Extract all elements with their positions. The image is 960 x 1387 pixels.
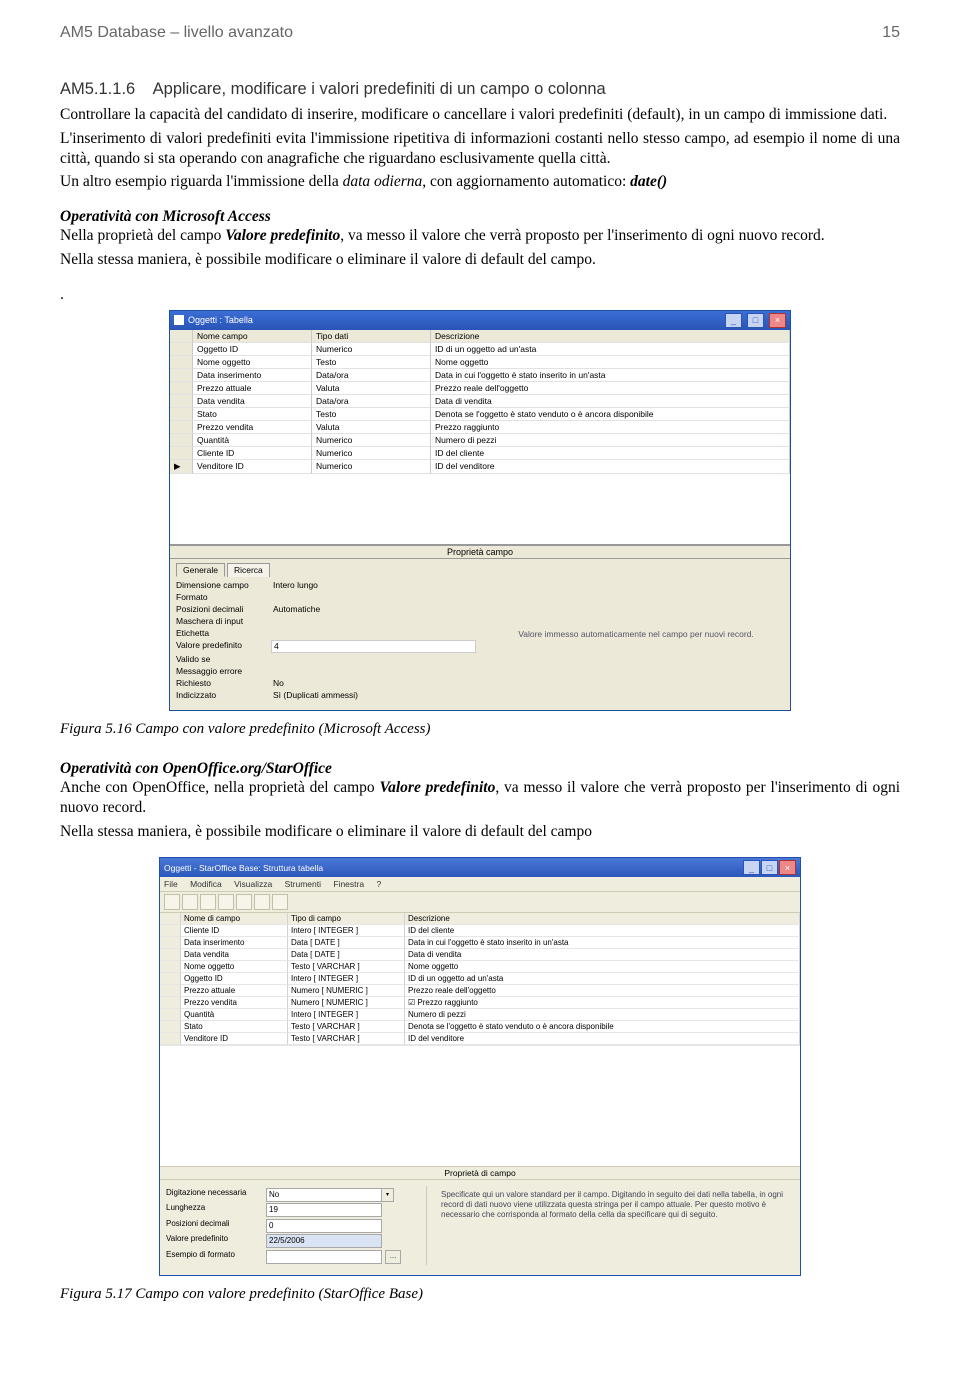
so-grid-row[interactable]: Oggetto IDIntero [ INTEGER ]ID di un ogg… [160,973,800,985]
access-grid-row[interactable]: Data venditaData/oraData di vendita [170,395,790,408]
access-grid-header: Nome campo Tipo dati Descrizione [170,330,790,343]
tool-paste-icon[interactable] [236,894,252,910]
menu-help[interactable]: ? [376,879,381,889]
ellipsis-button[interactable]: … [385,1250,401,1264]
menu-tools[interactable]: Strumenti [285,879,321,889]
field-maschera[interactable] [271,616,476,627]
tool-redo-icon[interactable] [272,894,288,910]
paragraph-2: L'inserimento di valori predefiniti evit… [60,129,900,169]
so-maximize-button[interactable]: □ [761,860,778,875]
so-menubar[interactable]: File Modifica Visualizza Strumenti Fines… [160,877,800,891]
access-window-title: Oggetti : Tabella [188,315,253,325]
access-window-icon [174,315,184,325]
op-access-line1: Nella proprietà del campo Valore predefi… [60,226,900,246]
access-field-grid[interactable]: Nome campo Tipo dati Descrizione Oggetto… [170,330,790,545]
tool-edit-icon[interactable] [182,894,198,910]
access-grid-row[interactable]: Cliente IDNumericoID del cliente [170,447,790,460]
field-indicizzato[interactable]: Sì (Duplicati ammessi) [271,690,476,701]
close-button[interactable]: × [769,313,786,328]
so-toolbar[interactable] [160,891,800,913]
access-help-text: Valore immesso automaticamente nel campo… [482,559,790,710]
so-grid-header: Nome di campo Tipo di campo Descrizione [160,913,800,925]
so-window-title: Oggetti - StarOffice Base: Struttura tab… [164,863,323,873]
document-title: AM5 Database – livello avanzato [60,24,293,42]
tab-lookup[interactable]: Ricerca [227,563,270,577]
access-grid-row[interactable]: Data inserimentoData/oraData in cui l'og… [170,369,790,382]
staroffice-design-window: Oggetti - StarOffice Base: Struttura tab… [159,857,801,1276]
so-grid-row[interactable]: Cliente IDIntero [ INTEGER ]ID del clien… [160,925,800,937]
minimize-button[interactable]: _ [725,313,742,328]
so-field-lunghezza[interactable]: 19 [266,1203,382,1217]
so-field-posizioni[interactable]: 0 [266,1219,382,1233]
access-grid-row[interactable]: Oggetto IDNumericoID di un oggetto ad un… [170,343,790,356]
page-number: 15 [882,24,900,42]
so-field-digitazione[interactable]: No [266,1188,382,1202]
so-field-esempio-formato[interactable] [266,1250,382,1264]
so-minimize-button[interactable]: _ [743,860,760,875]
menu-file[interactable]: File [164,879,178,889]
field-posizioni-decimali[interactable]: Automatiche [271,604,476,615]
so-properties-pane[interactable]: Digitazione necessariaNo▾ Lunghezza19 Po… [166,1186,426,1265]
field-formato[interactable] [271,592,476,603]
access-grid-row[interactable]: Prezzo venditaValutaPrezzo raggiunto [170,421,790,434]
paragraph-1: Controllare la capacità del candidato di… [60,105,900,125]
menu-view[interactable]: Visualizza [234,879,272,889]
so-grid-row[interactable]: QuantitàIntero [ INTEGER ]Numero di pezz… [160,1009,800,1021]
op-oo-line2: Nella stessa maniera, è possibile modifi… [60,822,900,842]
field-etichetta[interactable] [271,628,476,639]
so-titlebar: Oggetti - StarOffice Base: Struttura tab… [160,858,800,877]
field-dimensione[interactable]: Intero lungo [271,580,476,591]
field-messaggio-errore[interactable] [271,666,476,677]
op-access-heading: Operatività con Microsoft Access [60,208,900,226]
access-grid-row[interactable]: Prezzo attualeValutaPrezzo reale dell'og… [170,382,790,395]
so-close-button[interactable]: × [779,860,796,875]
menu-window[interactable]: Finestra [333,879,364,889]
so-grid-row[interactable]: Prezzo attualeNumero [ NUMERIC ]Prezzo r… [160,985,800,997]
tool-undo-icon[interactable] [254,894,270,910]
stray-period: . [60,286,900,304]
field-valore-predefinito[interactable]: 4 [271,640,476,653]
maximize-button[interactable]: □ [747,313,764,328]
field-valido-se[interactable] [271,654,476,665]
section-number: AM5.1.1.6 [60,80,135,98]
so-grid-row[interactable]: Data venditaData [ DATE ]Data di vendita [160,949,800,961]
access-propbar: Proprietà campo [170,545,790,559]
tool-cut-icon[interactable] [200,894,216,910]
section-title: Applicare, modificare i valori predefini… [153,80,606,98]
op-access-line2: Nella stessa maniera, è possibile modifi… [60,250,900,270]
access-grid-row[interactable]: ▶Venditore IDNumericoID del venditore [170,460,790,474]
access-design-window: Oggetti : Tabella _ □ × Nome campo Tipo … [169,310,791,711]
so-grid-row[interactable]: Data inserimentoData [ DATE ]Data in cui… [160,937,800,949]
menu-edit[interactable]: Modifica [190,879,222,889]
op-oo-heading: Operatività con OpenOffice.org/StarOffic… [60,760,900,778]
so-propbar: Proprietà di campo [160,1166,800,1180]
access-grid-row[interactable]: Nome oggettoTestoNome oggetto [170,356,790,369]
access-grid-row[interactable]: QuantitàNumericoNumero di pezzi [170,434,790,447]
so-help-text: Specificate qui un valore standard per i… [426,1186,794,1265]
figure-caption-1: Figura 5.16 Campo con valore predefinito… [60,721,900,738]
so-field-grid[interactable]: Nome di campo Tipo di campo Descrizione … [160,913,800,1166]
op-oo-line1: Anche con OpenOffice, nella proprietà de… [60,778,900,818]
field-richiesto[interactable]: No [271,678,476,689]
tool-save-icon[interactable] [164,894,180,910]
section-heading: AM5.1.1.6 Applicare, modificare i valori… [60,80,900,99]
access-titlebar: Oggetti : Tabella _ □ × [170,311,790,330]
so-grid-row[interactable]: StatoTesto [ VARCHAR ]Denota se l'oggett… [160,1021,800,1033]
so-grid-row[interactable]: Venditore IDTesto [ VARCHAR ]ID del vend… [160,1033,800,1045]
so-field-valore-predefinito[interactable]: 22/5/2006 [266,1234,382,1248]
so-grid-row[interactable]: Prezzo venditaNumero [ NUMERIC ]☑ Prezzo… [160,997,800,1009]
so-grid-row[interactable]: Nome oggettoTesto [ VARCHAR ]Nome oggett… [160,961,800,973]
tab-general[interactable]: Generale [176,563,225,577]
access-properties-pane[interactable]: Generale Ricerca Dimensione campoIntero … [170,559,482,710]
dropdown-icon[interactable]: ▾ [382,1188,394,1202]
tool-copy-icon[interactable] [218,894,234,910]
paragraph-3: Un altro esempio riguarda l'immissione d… [60,172,900,192]
access-grid-row[interactable]: StatoTestoDenota se l'oggetto è stato ve… [170,408,790,421]
figure-caption-2: Figura 5.17 Campo con valore predefinito… [60,1286,900,1303]
